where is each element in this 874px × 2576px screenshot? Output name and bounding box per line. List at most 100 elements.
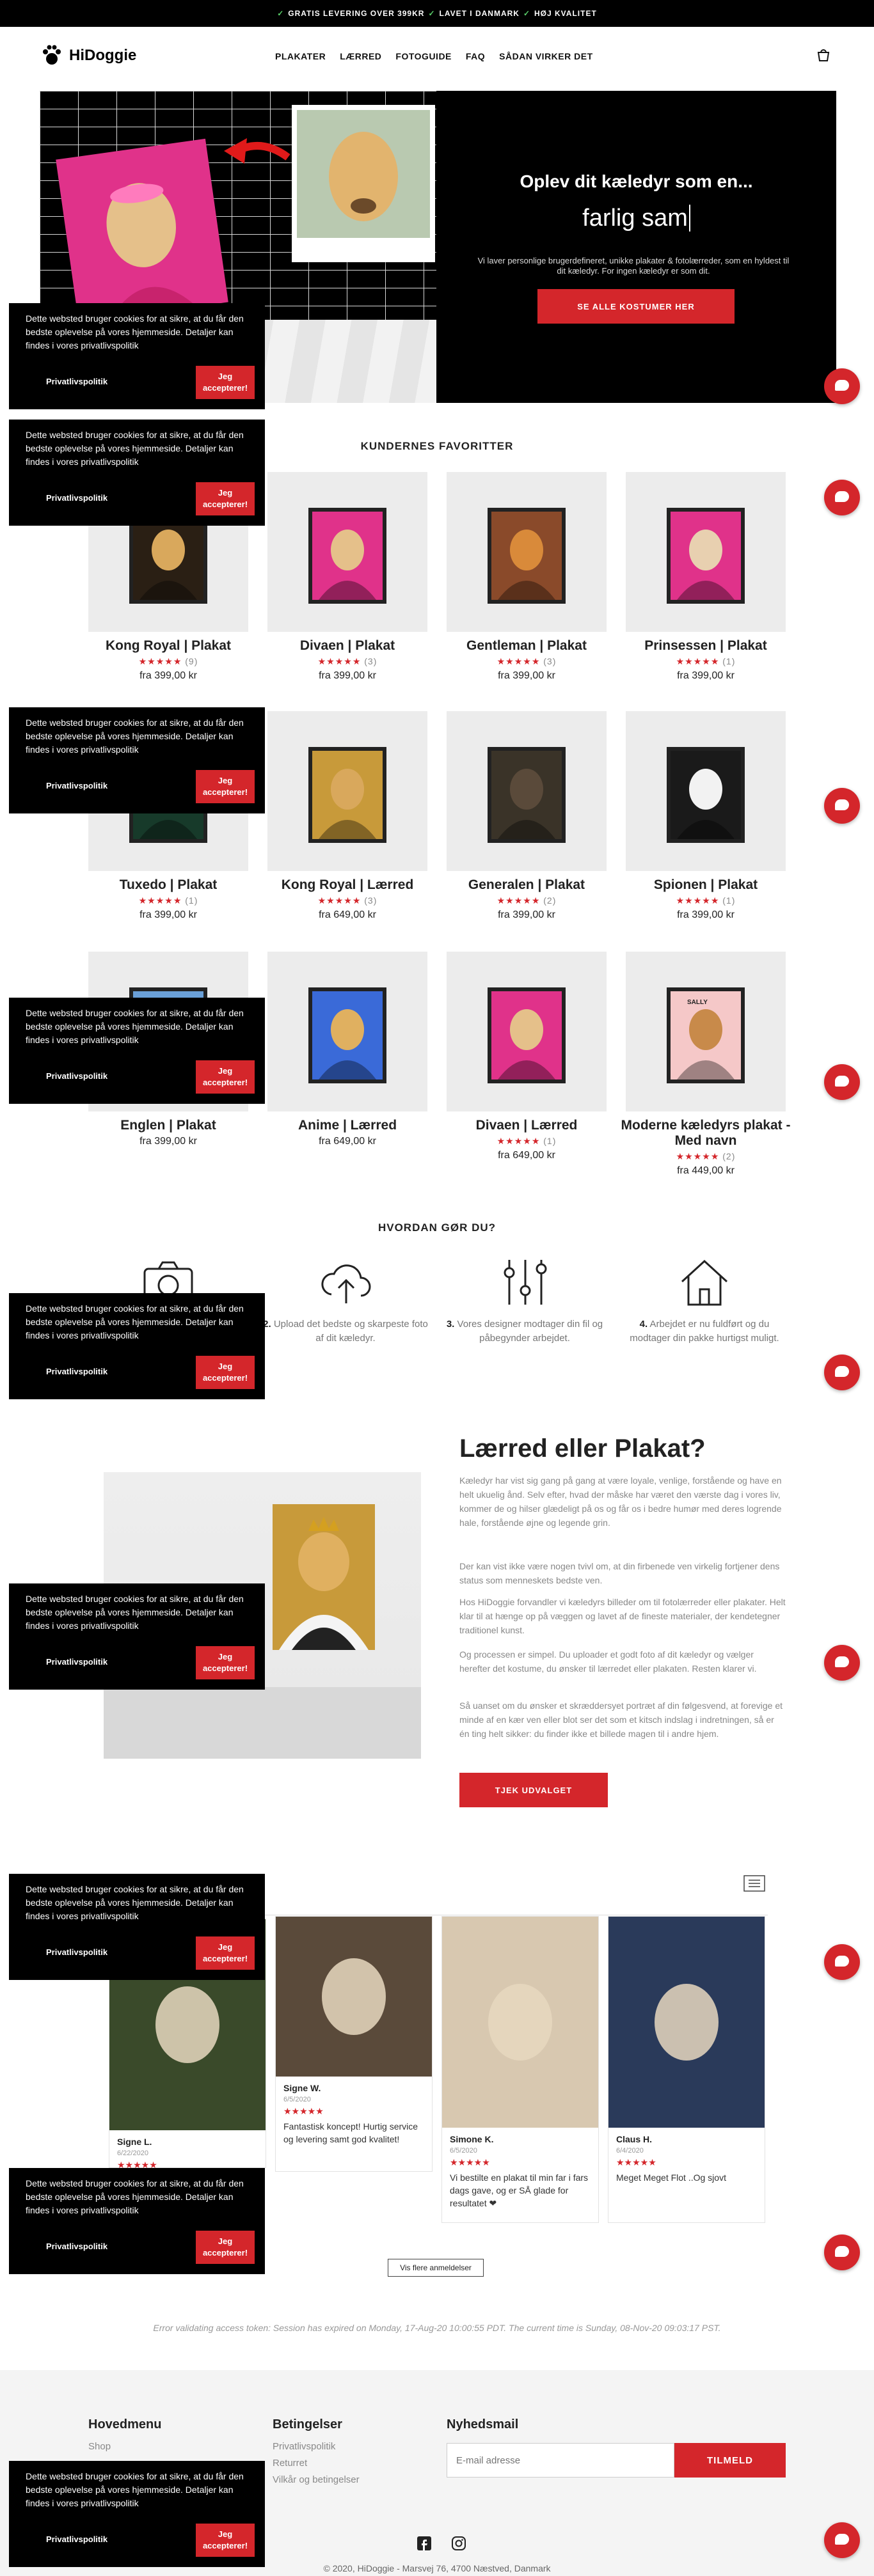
review-card[interactable]: Signe W. 6/5/2020 ★★★★★ Fantastisk koncept!… bbox=[275, 1916, 433, 2172]
product-name[interactable]: Generalen | Plakat bbox=[440, 877, 613, 893]
announcement-bar: ✓ GRATIS LEVERING OVER 399KR ✓ LAVET I DAN… bbox=[0, 0, 874, 27]
nav-plakater[interactable]: PLAKATER bbox=[275, 51, 326, 61]
chat-bubble-icon[interactable] bbox=[824, 1064, 860, 1100]
review-card[interactable]: Simone K. 6/5/2020 ★★★★★ Vi bestilte en pla… bbox=[441, 1916, 599, 2223]
product-image[interactable] bbox=[447, 472, 607, 632]
product-card[interactable]: Divaen | Lærred ★★★★★ (1) fra 649,00 kr bbox=[447, 952, 607, 1182]
accept-cookies-button[interactable]: Jeg accepterer! bbox=[196, 2524, 255, 2557]
privacy-policy-link[interactable]: Privatlivspolitik bbox=[46, 2533, 107, 2546]
poster-frame bbox=[488, 747, 566, 843]
review-photo[interactable] bbox=[608, 1917, 765, 2128]
email-field[interactable] bbox=[447, 2443, 674, 2478]
review-text: Fantastisk koncept! Hurtig service og le… bbox=[283, 2121, 418, 2144]
product-image[interactable] bbox=[626, 711, 786, 871]
accept-cookies-button[interactable]: Jeg accepterer! bbox=[196, 2231, 255, 2264]
product-price: fra 399,00 kr bbox=[139, 1136, 197, 1147]
product-image[interactable] bbox=[267, 472, 427, 632]
footer-link-terms[interactable]: Vilkår og betingelser bbox=[273, 2472, 360, 2488]
signup-button[interactable]: TILMELD bbox=[674, 2443, 786, 2478]
accept-cookies-button[interactable]: Jeg accepterer! bbox=[196, 366, 255, 399]
nav-fotoguide[interactable]: FOTOGUIDE bbox=[395, 51, 451, 61]
product-image[interactable] bbox=[267, 952, 427, 1111]
chat-bubble-icon[interactable] bbox=[824, 1355, 860, 1390]
privacy-policy-link[interactable]: Privatlivspolitik bbox=[46, 1069, 107, 1083]
product-name[interactable]: Divaen | Plakat bbox=[261, 638, 434, 654]
chat-bubble-icon[interactable] bbox=[824, 368, 860, 404]
product-name[interactable]: Kong Royal | Lærred bbox=[261, 877, 434, 893]
review-card[interactable]: Claus H. 6/4/2020 ★★★★★ Meget Meget Flot ..… bbox=[608, 1916, 765, 2223]
product-rating: ★★★★★ (3) bbox=[497, 656, 557, 666]
nav-faq[interactable]: FAQ bbox=[466, 51, 485, 61]
footer-link-privacy[interactable]: Privatlivspolitik bbox=[273, 2439, 335, 2454]
product-name[interactable]: Prinsessen | Plakat bbox=[619, 638, 792, 654]
accept-cookies-button[interactable]: Jeg accepterer! bbox=[196, 1356, 255, 1389]
product-card[interactable]: SALLY Moderne kæledyrs plakat - Med navn ★… bbox=[621, 952, 790, 1182]
cookie-banner: Dette websted bruger cookies for at sikr… bbox=[9, 1293, 265, 1399]
accept-cookies-button[interactable]: Jeg accepterer! bbox=[196, 770, 255, 803]
review-photo[interactable] bbox=[276, 1917, 432, 2077]
privacy-policy-link[interactable]: Privatlivspolitik bbox=[46, 1655, 107, 1669]
cookie-text: Dette websted bruger cookies for at sikr… bbox=[26, 1303, 244, 1340]
product-card[interactable]: Prinsessen | Plakat ★★★★★ (1) fra 399,00 k… bbox=[626, 472, 786, 702]
privacy-policy-link[interactable]: Privatlivspolitik bbox=[46, 2240, 107, 2253]
accept-cookies-button[interactable]: Jeg accepterer! bbox=[196, 1646, 255, 1679]
product-card[interactable]: Gentleman | Plakat ★★★★★ (3) fra 399,00 kr bbox=[447, 472, 607, 702]
product-name[interactable]: Spionen | Plakat bbox=[619, 877, 792, 893]
check-selection-button[interactable]: TJEK UDVALGET bbox=[459, 1773, 608, 1807]
product-name[interactable]: Anime | Lærred bbox=[261, 1118, 434, 1133]
product-name[interactable]: Moderne kæledyrs plakat - Med navn bbox=[619, 1118, 792, 1149]
nav-saadan-virker-det[interactable]: SÅDAN VIRKER DET bbox=[499, 51, 592, 61]
product-rating: ★★★★★ (1) bbox=[676, 656, 736, 666]
product-image[interactable] bbox=[267, 711, 427, 871]
poster-frame bbox=[667, 747, 745, 843]
reviewer-name: Claus H. bbox=[616, 2134, 653, 2144]
product-name[interactable]: Tuxedo | Plakat bbox=[82, 877, 255, 893]
facebook-icon[interactable] bbox=[417, 2536, 431, 2550]
privacy-policy-link[interactable]: Privatlivspolitik bbox=[46, 779, 107, 792]
chat-bubble-icon[interactable] bbox=[824, 2234, 860, 2270]
review-date: 6/4/2020 bbox=[616, 2147, 644, 2155]
product-name[interactable]: Gentleman | Plakat bbox=[440, 638, 613, 654]
chat-bubble-icon[interactable] bbox=[824, 788, 860, 824]
arrow-icon bbox=[224, 138, 290, 164]
product-card[interactable]: Divaen | Plakat ★★★★★ (3) fra 399,00 kr bbox=[267, 472, 427, 702]
chat-bubble-icon[interactable] bbox=[824, 480, 860, 515]
footer-link-returns[interactable]: Returret bbox=[273, 2456, 307, 2471]
chat-bubble-icon[interactable] bbox=[824, 1944, 860, 1980]
product-image[interactable] bbox=[626, 472, 786, 632]
logo[interactable]: HiDoggie bbox=[40, 43, 136, 68]
reviewer-name: Signe W. bbox=[283, 2083, 321, 2093]
poster-frame bbox=[308, 747, 386, 843]
product-name[interactable]: Kong Royal | Plakat bbox=[82, 638, 255, 654]
footer-link-shop[interactable]: Shop bbox=[88, 2439, 111, 2454]
product-card[interactable]: Generalen | Plakat ★★★★★ (2) fra 399,00 kr bbox=[447, 711, 607, 941]
privacy-policy-link[interactable]: Privatlivspolitik bbox=[46, 1365, 107, 1378]
privacy-policy-link[interactable]: Privatlivspolitik bbox=[46, 491, 107, 505]
product-image[interactable]: SALLY bbox=[626, 952, 786, 1111]
cart-icon[interactable] bbox=[816, 49, 830, 63]
product-card[interactable]: Spionen | Plakat ★★★★★ (1) fra 399,00 kr bbox=[626, 711, 786, 941]
product-name[interactable]: Divaen | Lærred bbox=[440, 1118, 613, 1133]
footer-menu-title: Hovedmenu bbox=[88, 2417, 162, 2431]
product-card[interactable]: Anime | Lærred fra 649,00 kr bbox=[267, 952, 427, 1182]
accept-cookies-button[interactable]: Jeg accepterer! bbox=[196, 1936, 255, 1970]
review-list-icon[interactable] bbox=[743, 1875, 765, 1892]
product-name[interactable]: Englen | Plakat bbox=[82, 1118, 255, 1133]
privacy-policy-link[interactable]: Privatlivspolitik bbox=[46, 1945, 107, 1959]
product-rating: ★★★★★ (2) bbox=[497, 895, 557, 906]
product-card[interactable]: Kong Royal | Lærred ★★★★★ (3) fra 649,00 k… bbox=[267, 711, 427, 941]
product-image[interactable] bbox=[447, 711, 607, 871]
chat-bubble-icon[interactable] bbox=[824, 2522, 860, 2558]
product-image[interactable] bbox=[447, 952, 607, 1111]
lp-title: Lærred eller Plakat? bbox=[459, 1434, 706, 1463]
nav-laerred[interactable]: LÆRRED bbox=[340, 51, 381, 61]
accept-cookies-button[interactable]: Jeg accepterer! bbox=[196, 1060, 255, 1094]
show-more-reviews-button[interactable]: Vis flere anmeldelser bbox=[388, 2259, 484, 2277]
review-photo[interactable] bbox=[442, 1917, 598, 2128]
privacy-policy-link[interactable]: Privatlivspolitik bbox=[46, 375, 107, 388]
instagram-icon[interactable] bbox=[452, 2536, 466, 2550]
cookie-banner: Dette websted bruger cookies for at sikr… bbox=[9, 2168, 265, 2274]
see-all-costumes-button[interactable]: SE ALLE KOSTUMER HER bbox=[537, 289, 735, 324]
accept-cookies-button[interactable]: Jeg accepterer! bbox=[196, 482, 255, 515]
chat-bubble-icon[interactable] bbox=[824, 1645, 860, 1681]
